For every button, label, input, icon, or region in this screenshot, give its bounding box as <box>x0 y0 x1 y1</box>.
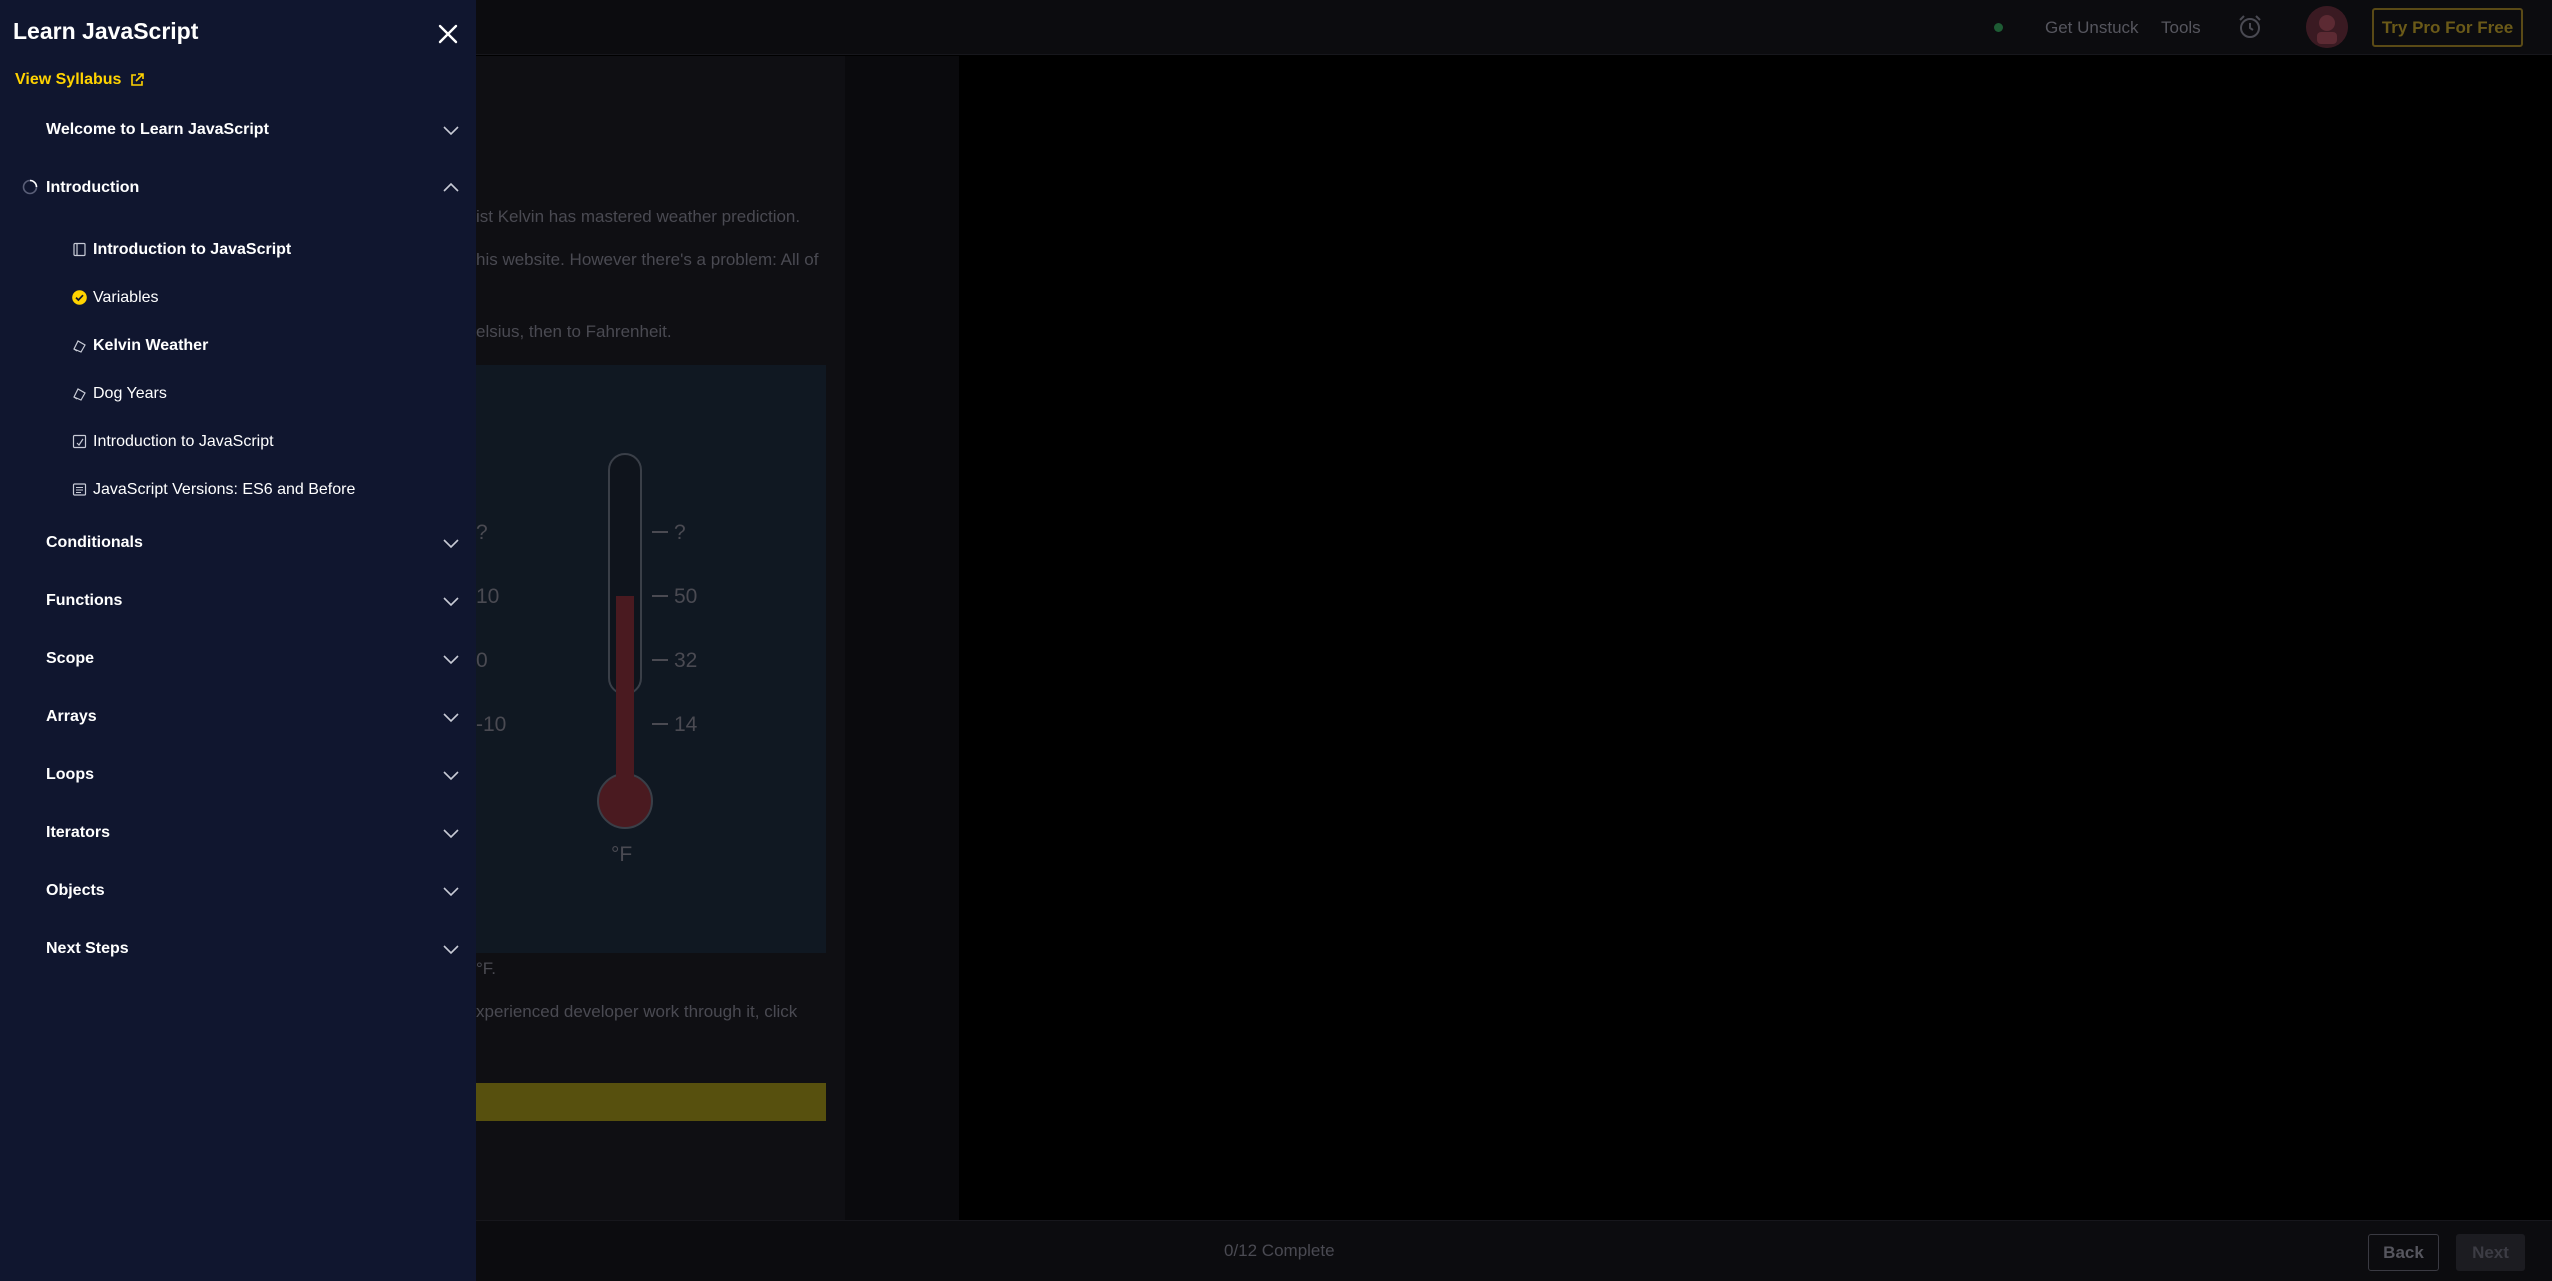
left-tick-label: 10 <box>476 585 499 608</box>
external-link-icon <box>131 73 145 86</box>
module-label: Objects <box>46 882 105 899</box>
thermometer-unit-label: °F <box>611 843 632 866</box>
chevron-down-icon <box>443 829 459 839</box>
module-conditionals[interactable]: Conditionals <box>0 523 476 563</box>
lesson-doc-icon <box>73 242 86 257</box>
alarm-clock-icon[interactable] <box>2236 13 2264 41</box>
lesson-item-introduction-quiz[interactable]: Introduction to JavaScript <box>0 424 476 460</box>
lesson-label: Variables <box>93 289 159 306</box>
module-introduction[interactable]: Introduction <box>0 168 476 208</box>
lesson-paragraph-line: his website. However there's a problem: … <box>476 250 819 269</box>
panel-divider <box>845 56 959 1220</box>
chevron-down-icon <box>443 945 459 955</box>
back-button[interactable]: Back <box>2368 1234 2439 1271</box>
module-welcome[interactable]: Welcome to Learn JavaScript <box>0 110 476 150</box>
drawer-title: Learn JavaScript <box>13 18 199 44</box>
lesson-label: JavaScript Versions: ES6 and Before <box>93 481 356 498</box>
module-label: Iterators <box>46 824 111 841</box>
module-label: Conditionals <box>46 534 143 551</box>
lesson-label: Dog Years <box>93 385 167 402</box>
chevron-down-icon <box>443 887 459 897</box>
next-button[interactable]: Next <box>2456 1234 2525 1271</box>
chevron-down-icon <box>443 713 459 723</box>
module-next-steps[interactable]: Next Steps <box>0 929 476 969</box>
status-indicator-icon <box>1994 23 2003 32</box>
lesson-label: Introduction to JavaScript <box>93 433 274 450</box>
lesson-action-button[interactable] <box>476 1083 826 1121</box>
lesson-item-javascript-versions[interactable]: JavaScript Versions: ES6 and Before <box>0 472 476 508</box>
close-icon[interactable] <box>436 22 460 46</box>
lesson-paragraph-line: °F. <box>476 959 497 978</box>
in-progress-icon <box>22 179 38 195</box>
try-pro-button[interactable]: Try Pro For Free <box>2372 8 2523 47</box>
left-tick-label: ? <box>476 521 488 544</box>
lesson-item-kelvin-weather[interactable]: Kelvin Weather <box>0 328 476 364</box>
lesson-label: Kelvin Weather <box>93 337 209 354</box>
right-tick-label: 32 <box>674 649 697 672</box>
module-arrays[interactable]: Arrays <box>0 697 476 737</box>
module-loops[interactable]: Loops <box>0 755 476 795</box>
left-tick-label: 0 <box>476 649 488 672</box>
project-icon <box>73 388 86 401</box>
lesson-item-variables[interactable]: Variables <box>0 280 476 316</box>
check-circle-icon <box>72 290 87 305</box>
get-unstuck-button[interactable]: Get Unstuck <box>2045 0 2139 55</box>
quiz-icon <box>72 434 87 449</box>
syllabus-drawer: Learn JavaScript View Syllabus Welcome t… <box>0 0 476 1281</box>
progress-counter: 0/12 Complete <box>1224 1241 1335 1260</box>
module-label: Arrays <box>46 708 97 725</box>
lesson-label: Introduction to JavaScript <box>93 241 292 258</box>
lesson-item-dog-years[interactable]: Dog Years <box>0 376 476 412</box>
lesson-item-introduction-to-javascript[interactable]: Introduction to JavaScript <box>0 232 476 268</box>
module-label: Welcome to Learn JavaScript <box>46 121 269 138</box>
lesson-paragraph-line: xperienced developer work through it, cl… <box>476 1002 798 1021</box>
article-icon <box>72 483 87 496</box>
project-icon <box>73 340 86 353</box>
module-scope[interactable]: Scope <box>0 639 476 679</box>
view-syllabus-label: View Syllabus <box>15 71 122 88</box>
module-label: Introduction <box>46 179 140 196</box>
module-functions[interactable]: Functions <box>0 581 476 621</box>
chevron-down-icon <box>443 597 459 607</box>
module-label: Next Steps <box>46 940 129 957</box>
module-label: Functions <box>46 592 123 609</box>
chevron-down-icon <box>443 771 459 781</box>
chevron-down-icon <box>443 539 459 549</box>
lesson-paragraph-line: ist Kelvin has mastered weather predicti… <box>476 207 801 226</box>
module-iterators[interactable]: Iterators <box>0 813 476 853</box>
chevron-down-icon <box>443 655 459 665</box>
tools-button[interactable]: Tools <box>2161 0 2201 55</box>
right-tick-label: 50 <box>674 585 697 608</box>
right-tick-label: 14 <box>674 713 698 736</box>
thermometer-illustration: ? 10 0 -10 ? 50 32 14 °F <box>476 365 826 953</box>
left-tick-label: -10 <box>476 713 506 736</box>
user-avatar[interactable] <box>2306 6 2348 48</box>
lesson-paragraph-line: elsius, then to Fahrenheit. <box>476 322 672 341</box>
module-label: Scope <box>46 650 95 667</box>
view-syllabus-link[interactable]: View Syllabus <box>15 71 145 89</box>
chevron-down-icon <box>443 126 459 136</box>
module-objects[interactable]: Objects <box>0 871 476 911</box>
right-tick-label: ? <box>674 521 686 544</box>
chevron-up-icon <box>443 182 459 192</box>
module-label: Loops <box>46 766 94 783</box>
